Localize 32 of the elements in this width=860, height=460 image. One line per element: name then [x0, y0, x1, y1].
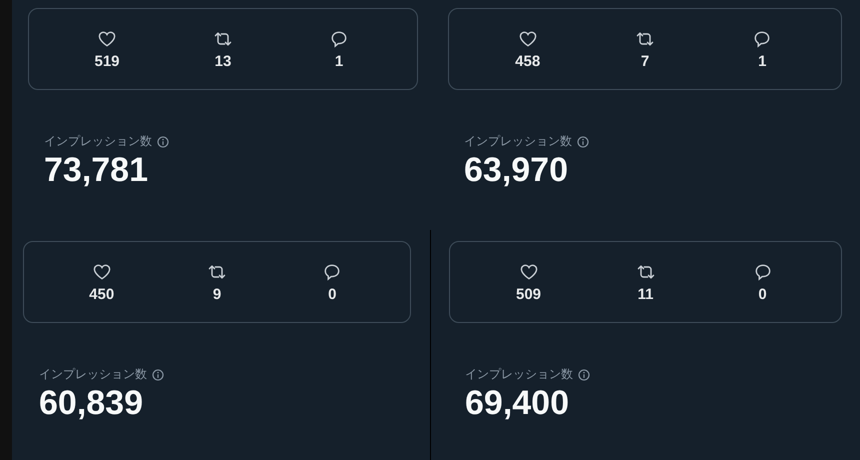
heart-icon	[92, 262, 112, 282]
speech-bubble-icon	[329, 28, 349, 48]
speech-bubble-icon	[322, 262, 342, 282]
stat-count: 9	[212, 286, 222, 302]
impressions-count: 60,839	[39, 383, 144, 423]
stat-count: 11	[638, 286, 654, 302]
impressions-count: 63,970	[464, 150, 569, 190]
impressions-label: インプレッション数	[465, 366, 573, 383]
stat-count: 1	[334, 52, 344, 70]
speech-bubble-icon	[752, 262, 772, 282]
info-icon[interactable]	[577, 136, 589, 148]
impressions-label: インプレッション数	[464, 133, 572, 150]
stat-count: 13	[214, 52, 232, 70]
info-icon[interactable]	[157, 136, 169, 148]
stat-count: 7	[640, 52, 650, 70]
stat-count: 450	[89, 286, 114, 302]
stat-count: 458	[515, 52, 540, 70]
info-icon[interactable]	[578, 368, 590, 380]
impressions-count: 69,400	[465, 383, 570, 423]
stat-count: 0	[758, 286, 767, 302]
stat-count: 519	[94, 52, 120, 70]
impressions-label: インプレッション数	[44, 133, 152, 150]
stat-count: 509	[516, 286, 542, 302]
impressions-label: インプレッション数	[39, 366, 147, 383]
heart-icon	[97, 28, 117, 48]
info-icon[interactable]	[152, 368, 164, 380]
stat-count: 1	[758, 52, 766, 70]
stat-count: 0	[328, 286, 336, 302]
speech-bubble-icon	[752, 28, 772, 48]
heart-icon	[518, 28, 538, 48]
heart-icon	[518, 262, 538, 282]
impressions-count: 73,781	[44, 150, 149, 190]
